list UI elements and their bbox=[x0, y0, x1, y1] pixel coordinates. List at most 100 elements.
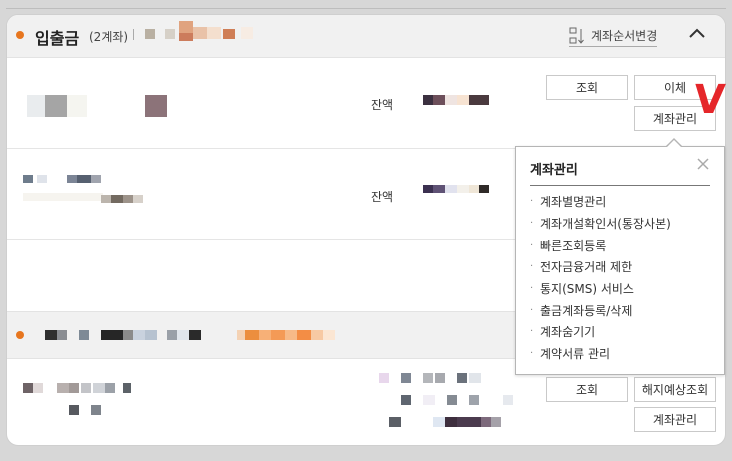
masked-balance bbox=[379, 373, 389, 383]
section-title: 입출금 bbox=[35, 29, 80, 48]
sort-list-icon bbox=[569, 27, 584, 44]
menu-item-quick-inquiry[interactable]: · 빠른조회등록 bbox=[530, 234, 671, 256]
popup-divider bbox=[530, 185, 710, 186]
menu-item-hide-account[interactable]: · 계좌숨기기 bbox=[530, 321, 671, 343]
menu-item-account-alias[interactable]: · 계좌별명관리 bbox=[530, 191, 671, 213]
masked-text bbox=[123, 195, 133, 203]
change-order-label: 계좌순서변경 bbox=[591, 29, 658, 43]
masked-balance bbox=[433, 95, 445, 105]
masked-text bbox=[297, 330, 311, 340]
masked-balance bbox=[389, 417, 401, 427]
masked-balance bbox=[433, 417, 445, 427]
masked-text bbox=[91, 405, 101, 415]
masked-text bbox=[145, 29, 155, 39]
masked-balance bbox=[447, 395, 457, 405]
menu-item-ebanking-limit[interactable]: · 전자금융거래 제한 bbox=[530, 256, 671, 278]
masked-balance bbox=[503, 395, 513, 405]
masked-balance bbox=[423, 185, 433, 193]
change-account-order-button[interactable]: 계좌순서변경 bbox=[569, 25, 658, 47]
masked-balance bbox=[469, 185, 479, 193]
masked-text bbox=[81, 383, 91, 393]
inquiry-button[interactable]: 조회 bbox=[546, 75, 628, 100]
masked-text bbox=[259, 330, 271, 340]
account-count: (2계좌) bbox=[89, 30, 129, 44]
masked-text bbox=[193, 27, 207, 39]
masked-balance bbox=[457, 373, 467, 383]
annotation-mark: V bbox=[692, 77, 727, 123]
masked-balance bbox=[423, 95, 433, 105]
masked-text bbox=[123, 330, 133, 340]
menu-item-withdrawal-account[interactable]: · 출금계좌등록/삭제 bbox=[530, 299, 671, 321]
masked-text bbox=[311, 330, 323, 340]
masked-balance bbox=[469, 95, 489, 105]
masked-text bbox=[241, 27, 253, 39]
masked-balance bbox=[457, 95, 469, 105]
masked-text bbox=[91, 175, 101, 183]
masked-text bbox=[37, 175, 47, 183]
masked-text bbox=[271, 330, 285, 340]
masked-text bbox=[77, 175, 91, 183]
masked-balance bbox=[457, 185, 469, 193]
masked-text bbox=[101, 195, 111, 203]
balance-label: 잔액 bbox=[371, 98, 394, 112]
masked-text bbox=[111, 195, 123, 203]
masked-text bbox=[179, 21, 193, 33]
account-manage-popup: 계좌관리 · 계좌별명관리 · 계좌개설확인서(통장사본) · 빠른조회등록 · 전자금… bbox=[515, 146, 725, 375]
menu-item-label: 계약서류 관리 bbox=[540, 347, 611, 362]
masked-text bbox=[323, 330, 335, 340]
popup-pointer-fill bbox=[666, 140, 682, 148]
masked-text bbox=[45, 330, 57, 340]
masked-text bbox=[23, 383, 33, 393]
menu-item-label: 계좌숨기기 bbox=[540, 325, 596, 340]
menu-item-sms-service[interactable]: · 통지(SMS) 서비스 bbox=[530, 278, 671, 300]
masked-text bbox=[67, 95, 87, 117]
menu-item-label: 계좌별명관리 bbox=[540, 195, 607, 210]
menu-item-label: 빠른조회등록 bbox=[540, 238, 607, 253]
masked-balance bbox=[479, 185, 489, 193]
masked-text bbox=[245, 330, 259, 340]
masked-text bbox=[57, 383, 69, 393]
masked-text bbox=[93, 383, 105, 393]
masked-text bbox=[57, 330, 67, 340]
masked-balance bbox=[435, 373, 445, 383]
masked-text bbox=[177, 330, 189, 340]
masked-balance bbox=[469, 395, 479, 405]
account-manage-button[interactable]: 계좌관리 bbox=[634, 407, 716, 432]
section-header-deposits: 입출금 (2계좌) 계좌순서변경 bbox=[7, 15, 725, 58]
masked-balance bbox=[401, 373, 411, 383]
masked-text bbox=[123, 383, 131, 393]
masked-text bbox=[101, 330, 123, 340]
masked-text bbox=[189, 330, 201, 340]
section-bullet-icon bbox=[16, 331, 24, 339]
inquiry-button[interactable]: 조회 bbox=[546, 377, 628, 402]
masked-text bbox=[165, 29, 175, 39]
menu-item-label: 출금계좌등록/삭제 bbox=[540, 303, 633, 318]
menu-item-contract-docs[interactable]: · 계약서류 관리 bbox=[530, 343, 671, 365]
masked-balance bbox=[481, 417, 491, 427]
masked-text bbox=[167, 330, 177, 340]
masked-balance bbox=[469, 373, 481, 383]
masked-balance bbox=[445, 417, 457, 427]
masked-text bbox=[145, 330, 157, 340]
masked-text bbox=[207, 27, 221, 39]
masked-text bbox=[133, 195, 143, 203]
popup-title: 계좌관리 bbox=[530, 163, 578, 178]
header-divider bbox=[133, 29, 134, 40]
menu-item-label: 계좌개설확인서(통장사본) bbox=[540, 217, 671, 232]
section-bullet-icon bbox=[16, 31, 24, 39]
masked-text bbox=[145, 95, 167, 117]
menu-item-account-certificate[interactable]: · 계좌개설확인서(통장사본) bbox=[530, 213, 671, 235]
masked-text bbox=[69, 383, 79, 393]
masked-text bbox=[67, 175, 77, 183]
masked-balance bbox=[457, 417, 481, 427]
masked-text bbox=[179, 33, 193, 41]
masked-text bbox=[223, 29, 235, 39]
masked-text bbox=[285, 330, 297, 340]
close-icon[interactable] bbox=[694, 155, 712, 173]
menu-item-label: 통지(SMS) 서비스 bbox=[540, 282, 634, 297]
masked-balance bbox=[423, 395, 435, 405]
top-separator bbox=[6, 8, 726, 9]
masked-text bbox=[33, 383, 43, 393]
chevron-up-icon[interactable] bbox=[687, 25, 707, 41]
termination-estimate-button[interactable]: 해지예상조회 bbox=[634, 377, 716, 402]
